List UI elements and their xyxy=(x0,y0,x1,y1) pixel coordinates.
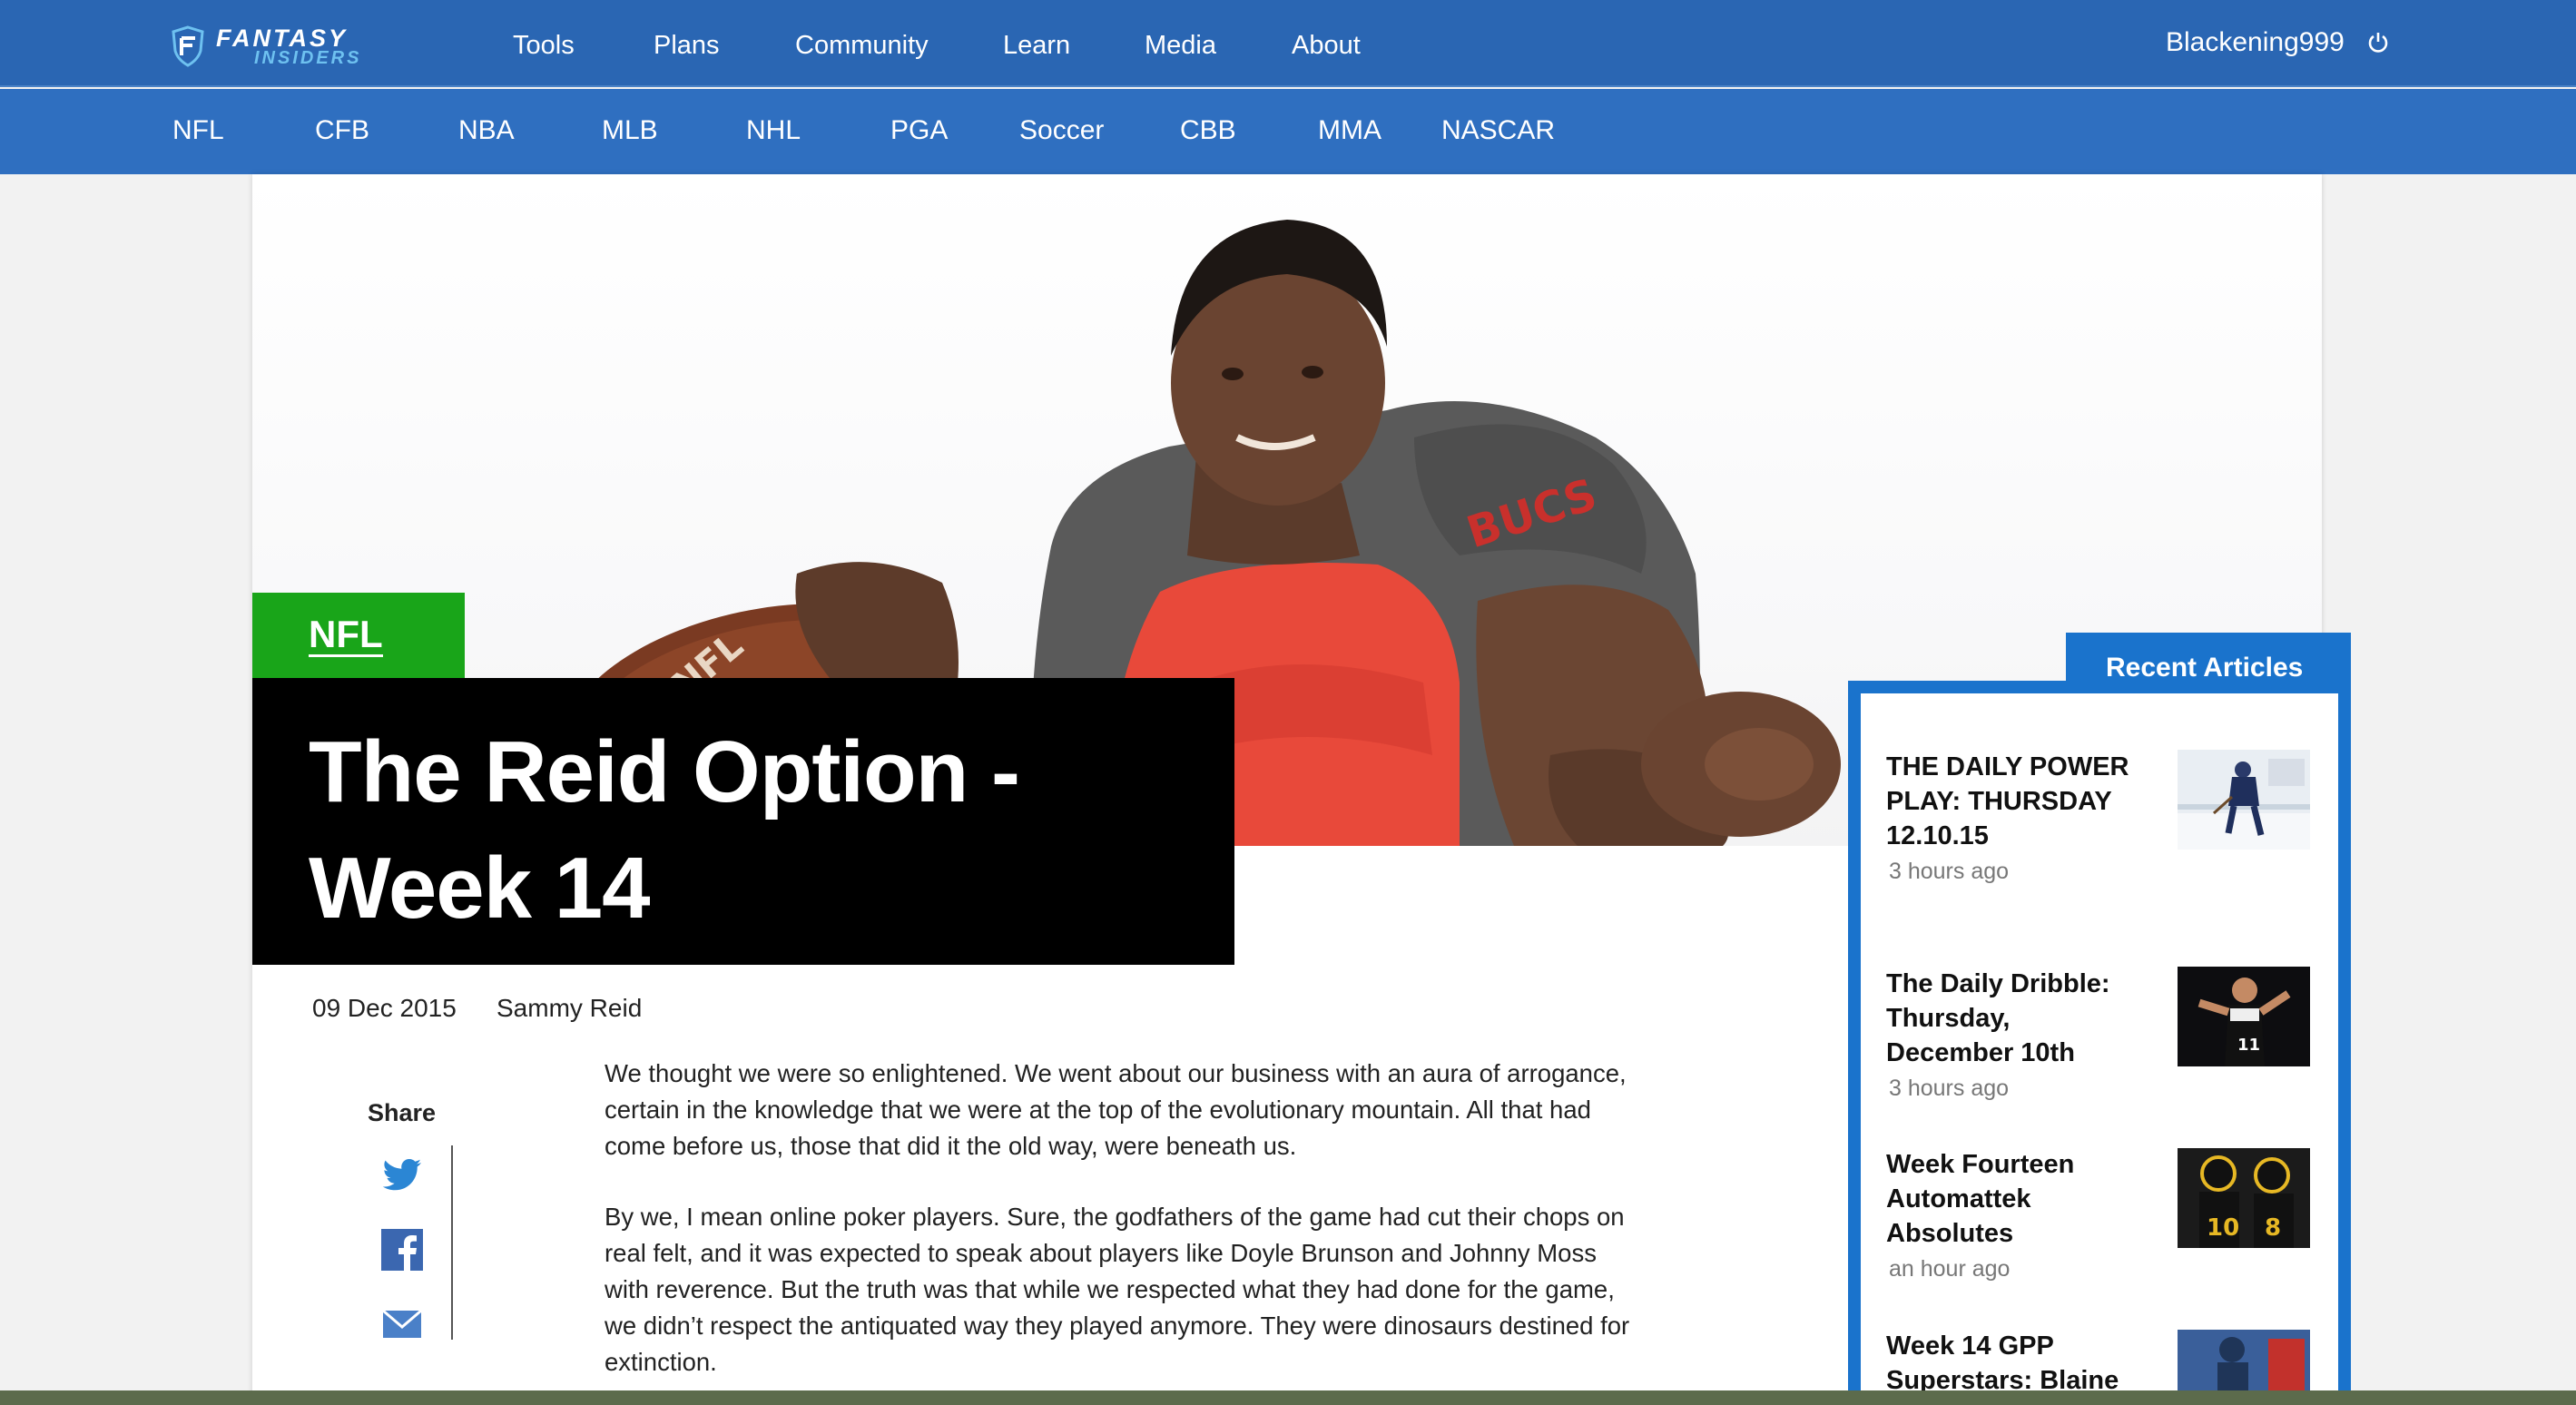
category-tag[interactable]: NFL xyxy=(252,593,465,678)
sport-nhl[interactable]: NHL xyxy=(746,115,801,146)
article-paragraph: By we, I mean online poker players. Sure… xyxy=(605,1203,1630,1376)
logo-text-insiders: INSIDERS xyxy=(254,47,362,68)
share-label: Share xyxy=(368,1099,437,1126)
svg-text:8: 8 xyxy=(2265,1214,2281,1242)
svg-text:11: 11 xyxy=(2237,1036,2260,1055)
bottom-edge xyxy=(0,1390,2576,1405)
article-content: We thought we were so enlightened. We we… xyxy=(605,1056,1639,1405)
recent-article-title[interactable]: The Daily Dribble: Thursday, December 10… xyxy=(1886,967,2131,1070)
nav-plans[interactable]: Plans xyxy=(654,31,720,61)
logo-text-fantasy: FANTASY xyxy=(216,24,349,52)
recent-article-time: 3 hours ago xyxy=(1889,859,2010,884)
basketball-thumbnail[interactable]: 11 xyxy=(2178,967,2310,1066)
recent-article-title[interactable]: Week Fourteen Automattek Absolutes xyxy=(1886,1147,2131,1251)
svg-text:10: 10 xyxy=(2207,1214,2239,1242)
article-title: The Reid Option - Week 14 xyxy=(309,723,1020,937)
recent-articles-heading: Recent Articles xyxy=(2106,653,2304,683)
twitter-icon[interactable] xyxy=(379,1153,425,1198)
football-thumbnail[interactable]: 10 8 xyxy=(2178,1148,2310,1248)
article-paragraph: We thought we were so enlightened. We we… xyxy=(605,1059,1627,1160)
recent-article-time: 3 hours ago xyxy=(1889,1076,2010,1101)
sport-cbb[interactable]: CBB xyxy=(1180,115,1236,146)
sport-pga[interactable]: PGA xyxy=(890,115,948,146)
nav-tools[interactable]: Tools xyxy=(513,31,575,61)
sport-soccer[interactable]: Soccer xyxy=(1019,115,1104,146)
email-icon[interactable] xyxy=(379,1302,425,1347)
user-menu[interactable]: Blackening999 xyxy=(2166,27,2390,58)
sport-nba[interactable]: NBA xyxy=(458,115,515,146)
power-icon[interactable] xyxy=(2366,31,2390,54)
article-date: 09 Dec 2015 xyxy=(312,994,457,1022)
username[interactable]: Blackening999 xyxy=(2166,27,2345,58)
sport-cfb[interactable]: CFB xyxy=(315,115,369,146)
article-author[interactable]: Sammy Reid xyxy=(497,994,642,1023)
hockey-thumbnail[interactable] xyxy=(2178,750,2310,850)
sport-nfl[interactable]: NFL xyxy=(172,115,224,146)
share-divider xyxy=(451,1145,453,1340)
shield-logo-icon xyxy=(172,25,204,67)
sports-nav: NFL CFB NBA MLB NHL PGA Soccer CBB MMA N… xyxy=(0,89,2576,174)
recent-article-title[interactable]: THE DAILY POWER PLAY: THURSDAY 12.10.15 xyxy=(1886,750,2131,853)
nav-learn[interactable]: Learn xyxy=(1003,31,1070,61)
recent-article-time: an hour ago xyxy=(1889,1256,2011,1282)
facebook-icon[interactable] xyxy=(379,1227,425,1272)
sport-nascar[interactable]: NASCAR xyxy=(1441,115,1555,146)
recent-article-title[interactable]: Week 14 GPP Superstars: Blaine xyxy=(1886,1329,2131,1398)
nav-about[interactable]: About xyxy=(1292,31,1361,61)
category-label[interactable]: NFL xyxy=(309,614,383,658)
fantasy-insiders-logo[interactable]: FANTASY INSIDERS xyxy=(171,24,361,69)
nav-media[interactable]: Media xyxy=(1145,31,1216,61)
article-title-box: The Reid Option - Week 14 xyxy=(252,678,1234,965)
top-navbar: FANTASY INSIDERS Tools Plans Community L… xyxy=(0,0,2576,87)
sport-mma[interactable]: MMA xyxy=(1318,115,1381,146)
sport-mlb[interactable]: MLB xyxy=(602,115,658,146)
nav-community[interactable]: Community xyxy=(795,31,929,61)
